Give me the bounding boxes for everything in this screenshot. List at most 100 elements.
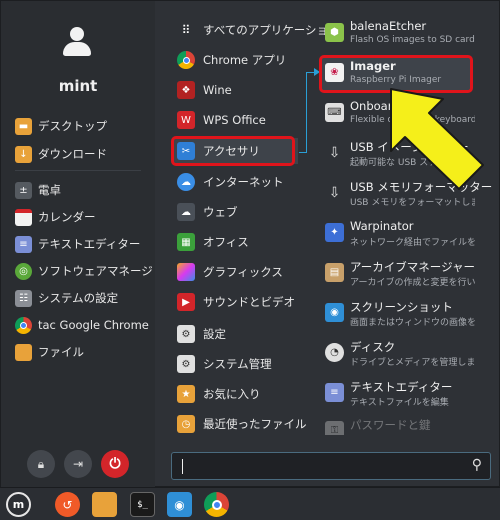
category-label: オフィス xyxy=(203,235,249,249)
system-settings-icon: ☷ xyxy=(15,289,32,307)
category-label: Chrome アプリ xyxy=(203,53,287,67)
app-warpinator[interactable]: ✦ Warpinator ネットワーク経由でファイルを送受信 xyxy=(321,217,475,251)
files-folder-icon xyxy=(15,343,32,361)
category-label: Wine xyxy=(203,83,232,97)
graphics-icon xyxy=(177,263,195,281)
passwords-icon: ⚿ xyxy=(325,421,344,435)
search-input[interactable]: ⚲ xyxy=(171,452,491,480)
favorite-label: カレンダー xyxy=(38,210,96,224)
internet-icon: ☁ xyxy=(177,173,195,191)
app-description: USB メモリをフォーマットします xyxy=(350,198,475,208)
app-name: スクリーンショット xyxy=(350,300,453,314)
category-label: 設定 xyxy=(203,327,226,341)
desktop-folder-icon: ▬ xyxy=(15,117,32,135)
highlight-accessories xyxy=(171,136,295,166)
category-label: グラフィックス xyxy=(203,265,283,279)
usb-formatter-icon: ⇩ xyxy=(328,184,341,201)
category-label: システム管理 xyxy=(203,357,272,371)
username: mint xyxy=(58,77,98,95)
all-apps-icon: ⠿ xyxy=(181,23,191,37)
search-icon[interactable]: ⚲ xyxy=(472,457,482,473)
app-description: 画面またはウィンドウの画像を保存 xyxy=(350,318,475,328)
app-balena-etcher[interactable]: ⬢ balenaEtcher Flash OS images to SD car… xyxy=(321,17,475,51)
balena-etcher-icon: ⬢ xyxy=(325,23,344,42)
favorite-label: tac Google Chrome xyxy=(38,318,149,332)
category-graphics[interactable]: グラフィックス xyxy=(173,259,298,285)
category-web[interactable]: ☁ ウェブ xyxy=(173,199,298,225)
category-wine[interactable]: ❖ Wine xyxy=(173,77,298,103)
favorite-files[interactable]: ファイル xyxy=(15,341,153,363)
category-settings[interactable]: ⚙ 設定 xyxy=(173,321,298,347)
app-archive-manager[interactable]: ▤ アーカイブマネージャー アーカイブの作成と変更を行います xyxy=(321,257,475,291)
category-label: サウンドとビデオ xyxy=(203,295,295,309)
timeshift-icon[interactable]: ↺ xyxy=(55,492,80,517)
text-editor-icon: ≡ xyxy=(325,383,344,402)
mint-menu-icon[interactable]: m xyxy=(6,492,31,517)
taskbar: m ↺ $_ ◉ xyxy=(0,487,500,520)
app-name: テキストエディター xyxy=(350,380,453,394)
favorite-label: ファイル xyxy=(38,345,84,359)
favorite-desktop[interactable]: ▬ デスクトップ xyxy=(15,115,153,137)
files-folder-icon[interactable] xyxy=(92,492,117,517)
terminal-icon[interactable]: $_ xyxy=(130,492,155,517)
app-text-editor[interactable]: ≡ テキストエディター テキストファイルを編集 xyxy=(321,377,471,411)
category-internet[interactable]: ☁ インターネット xyxy=(173,169,298,195)
favorites-icon: ★ xyxy=(177,385,195,403)
category-favorites[interactable]: ★ お気に入り xyxy=(173,381,298,407)
category-recent-files[interactable]: ◷ 最近使ったファイル xyxy=(173,411,307,437)
category-label: インターネット xyxy=(203,175,284,189)
calculator-icon: ± xyxy=(15,181,32,199)
favorite-chrome[interactable]: tac Google Chrome xyxy=(15,314,153,336)
category-label: WPS Office xyxy=(203,113,266,127)
usb-icon: ⇩ xyxy=(328,144,341,161)
favorite-label: システムの設定 xyxy=(38,291,119,305)
favorite-label: ソフトウェアマネージャー xyxy=(38,264,153,278)
category-wps-office[interactable]: W WPS Office xyxy=(173,107,298,133)
disks-icon: ◔ xyxy=(325,343,344,362)
app-description: アーカイブの作成と変更を行います xyxy=(350,278,475,288)
category-chrome-apps[interactable]: Chrome アプリ xyxy=(173,47,298,73)
app-screenshot[interactable]: ◉ スクリーンショット 画面またはウィンドウの画像を保存 xyxy=(321,297,475,331)
app-disks[interactable]: ◔ ディスク ドライブとメディアを管理します xyxy=(321,337,475,371)
favorite-software-manager[interactable]: ◎ ソフトウェアマネージャー xyxy=(15,260,153,282)
lock-button[interactable]: 🔒︎ xyxy=(27,450,55,478)
favorite-text-editor[interactable]: ≡ テキストエディター xyxy=(15,233,153,255)
downloads-folder-icon: ↓ xyxy=(15,145,32,163)
app-name: Warpinator xyxy=(350,219,414,233)
terminal-label: $_ xyxy=(137,499,148,510)
screenshot-icon: ◉ xyxy=(325,303,344,322)
app-passwords[interactable]: ⚿ パスワードと鍵 xyxy=(321,415,471,435)
favorite-calendar[interactable]: カレンダー xyxy=(15,206,153,228)
shutdown-button[interactable]: ⏻ xyxy=(101,450,129,478)
recent-files-icon: ◷ xyxy=(177,415,195,433)
category-label: お気に入り xyxy=(203,387,261,401)
category-all-apps[interactable]: ⠿ すべてのアプリケーション xyxy=(173,17,340,43)
category-office[interactable]: ▦ オフィス xyxy=(173,229,298,255)
app-name: パスワードと鍵 xyxy=(350,418,431,432)
wine-icon: ❖ xyxy=(177,81,195,99)
warpinator-icon: ✦ xyxy=(325,223,344,242)
favorite-label: デスクトップ xyxy=(38,119,107,133)
app-description: ネットワーク経由でファイルを送受信 xyxy=(350,238,475,248)
user-avatar-icon[interactable] xyxy=(63,27,91,57)
app-description: ドライブとメディアを管理します xyxy=(350,358,475,368)
chrome-icon xyxy=(15,316,32,334)
app-description: テキストファイルを編集 xyxy=(350,398,449,408)
chrome-icon[interactable] xyxy=(204,492,229,517)
favorite-system-settings[interactable]: ☷ システムの設定 xyxy=(15,287,153,309)
text-editor-icon: ≡ xyxy=(15,235,32,253)
category-label: すべてのアプリケーション xyxy=(203,23,340,37)
category-label: ウェブ xyxy=(203,205,238,219)
logout-button[interactable]: ⇥ xyxy=(64,450,92,478)
rss-icon[interactable]: ◉ xyxy=(167,492,192,517)
favorite-calculator[interactable]: ± 電卓 xyxy=(15,179,153,201)
web-icon: ☁ xyxy=(177,203,195,221)
logout-icon: ⇥ xyxy=(72,457,84,471)
connector-line xyxy=(306,72,307,153)
archive-manager-icon: ▤ xyxy=(325,263,344,282)
favorite-downloads[interactable]: ↓ ダウンロード xyxy=(15,143,153,165)
category-system-admin[interactable]: ⚙ システム管理 xyxy=(173,351,298,377)
calendar-icon xyxy=(15,208,32,226)
office-icon: ▦ xyxy=(177,233,195,251)
category-sound-video[interactable]: ▶ サウンドとビデオ xyxy=(173,289,298,315)
